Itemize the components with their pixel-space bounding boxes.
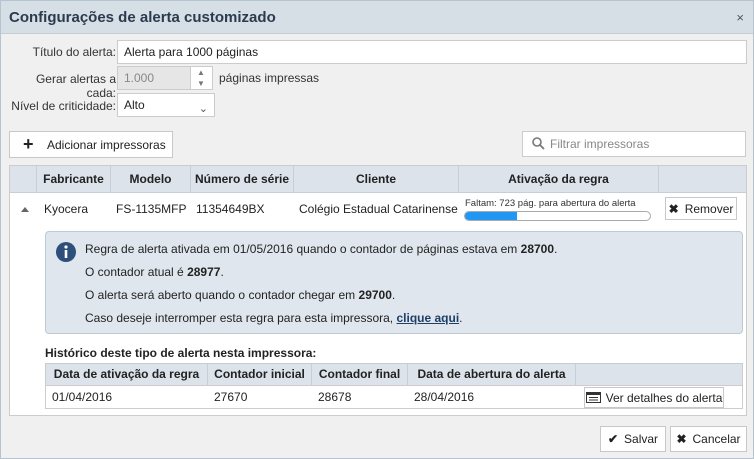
generate-every-stepper[interactable]: ▲ ▼ xyxy=(191,66,213,90)
dialog-titlebar: Configurações de alerta customizado × xyxy=(1,1,753,34)
filter-printers-input[interactable]: Filtrar impressoras xyxy=(522,131,746,157)
info-line-stop: Caso deseje interromper esta regra para … xyxy=(85,311,463,325)
info-line-current: O contador atual é 28977. xyxy=(85,265,224,279)
collapse-arrow-icon[interactable] xyxy=(21,207,29,212)
criticality-value: Alto xyxy=(124,98,145,112)
close-icon[interactable]: × xyxy=(736,10,744,25)
stop-rule-link[interactable]: clique aqui xyxy=(396,311,459,325)
close-icon: ✖ xyxy=(676,432,687,446)
row-serie: 11354649BX xyxy=(196,202,265,216)
hist-col-initial: Contador inicial xyxy=(208,364,312,385)
hist-col-activation: Data de ativação da regra xyxy=(46,364,208,385)
row-fabricante: Kyocera xyxy=(44,202,89,216)
col-fabricante[interactable]: Fabricante xyxy=(36,166,110,193)
view-details-label: Ver detalhes do alerta xyxy=(605,390,723,405)
hist-col-final: Contador final xyxy=(312,364,408,385)
add-printers-label: Adicionar impressoras xyxy=(47,137,166,152)
add-printers-button[interactable]: + Adicionar impressoras xyxy=(9,131,173,158)
info-icon xyxy=(56,242,76,262)
save-button[interactable]: ✔ Salvar xyxy=(600,426,666,452)
hist-divider xyxy=(46,385,742,386)
row-modelo: FS-1135MFP xyxy=(116,202,187,216)
hist-cell-final: 28678 xyxy=(318,390,352,404)
remove-button[interactable]: ✖ Remover xyxy=(665,197,737,220)
list-window-icon xyxy=(585,392,601,403)
col-numero-serie[interactable]: Número de série xyxy=(190,166,293,193)
history-title: Histórico deste tipo de alerta nesta imp… xyxy=(45,346,317,360)
col-cliente[interactable]: Cliente xyxy=(293,166,458,193)
rule-progress: Faltam: 723 pág. para abertura do alerta xyxy=(462,197,652,223)
generate-every-input[interactable]: 1.000 xyxy=(117,66,191,90)
hist-cell-opened: 28/04/2016 xyxy=(414,390,475,404)
hist-cell-activation: 01/04/2016 xyxy=(52,390,113,404)
history-table: Data de ativação da regra Contador inici… xyxy=(45,363,743,409)
hist-col-opened: Data de abertura do alerta xyxy=(408,364,576,385)
pages-printed-suffix: páginas impressas xyxy=(219,71,320,85)
chevron-up-icon[interactable]: ▲ xyxy=(197,68,205,77)
hist-cell-initial: 27670 xyxy=(214,390,248,404)
alert-title-input[interactable]: Alerta para 1000 páginas xyxy=(117,40,747,64)
info-line-threshold: O alerta será aberto quando o contador c… xyxy=(85,288,396,302)
progress-text: Faltam: 723 pág. para abertura do alerta xyxy=(465,198,636,209)
generate-every-label: Gerar alertas a cada: xyxy=(35,72,116,100)
remove-label: Remover xyxy=(684,201,734,216)
col-ativacao[interactable]: Ativação da regra xyxy=(458,166,658,193)
search-icon xyxy=(532,137,545,150)
alert-title-label: Título do alerta: xyxy=(32,45,116,59)
cancel-button[interactable]: ✖ Cancelar xyxy=(670,426,747,452)
chevron-down-icon: ⌄ xyxy=(198,103,208,115)
rule-info-panel: Regra de alerta ativada em 01/05/2016 qu… xyxy=(45,231,743,334)
progress-bar xyxy=(464,211,651,221)
col-modelo[interactable]: Modelo xyxy=(110,166,190,193)
criticality-label: Nível de criticidade: xyxy=(11,99,116,113)
chevron-down-icon[interactable]: ▼ xyxy=(197,79,205,88)
hist-col-actions xyxy=(576,364,742,385)
info-line-activation: Regra de alerta ativada em 01/05/2016 qu… xyxy=(85,242,558,256)
plus-icon: + xyxy=(23,134,34,154)
criticality-select[interactable]: Alto ⌄ xyxy=(117,93,215,117)
save-label: Salvar xyxy=(624,432,659,446)
alert-config-dialog: Configurações de alerta customizado × Tí… xyxy=(0,0,754,459)
row-cliente: Colégio Estadual Catarinense xyxy=(299,202,458,216)
cancel-label: Cancelar xyxy=(692,432,741,446)
check-icon: ✔ xyxy=(607,432,619,446)
filter-placeholder: Filtrar impressoras xyxy=(550,137,650,151)
close-icon: ✖ xyxy=(668,201,679,216)
dialog-title: Configurações de alerta customizado xyxy=(9,9,276,26)
printers-grid: Fabricante Modelo Número de série Client… xyxy=(9,165,747,416)
view-alert-details-button[interactable]: Ver detalhes do alerta xyxy=(584,387,724,408)
grid-header: Fabricante Modelo Número de série Client… xyxy=(10,166,746,193)
col-actions xyxy=(658,166,746,193)
progress-fill xyxy=(465,212,517,220)
